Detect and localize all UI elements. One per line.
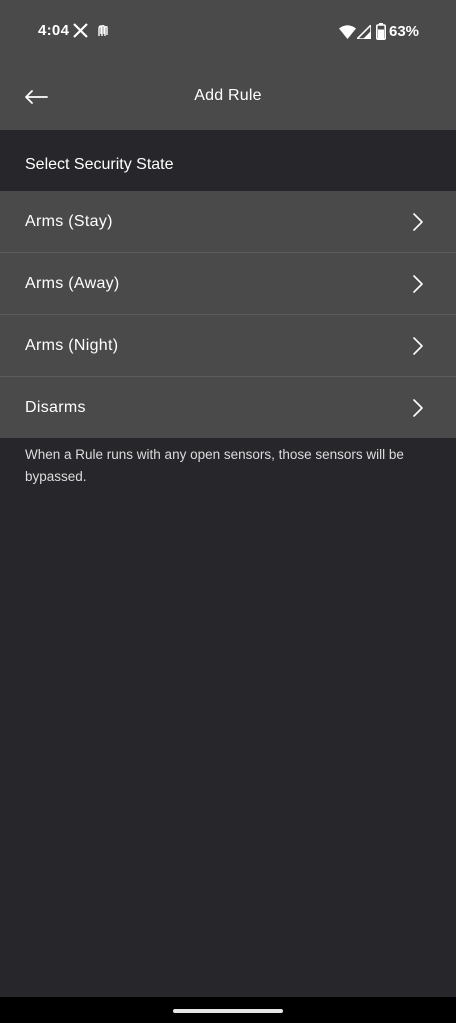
bypass-footnote: When a Rule runs with any open sensors, … <box>25 447 404 484</box>
notification-icon <box>98 25 108 36</box>
status-time: 4:04 <box>38 22 70 39</box>
list-item-label: Arms (Night) <box>25 337 119 354</box>
list-item-arms-away[interactable]: Arms (Away) <box>0 253 456 315</box>
chevron-right-icon <box>413 337 423 355</box>
system-nav-bar <box>0 997 456 1023</box>
list-item-label: Disarms <box>25 399 86 416</box>
page-title: Add Rule <box>194 87 262 104</box>
signal-icon <box>357 25 371 39</box>
section-header: Select Security State <box>0 130 456 191</box>
list-item-arms-night[interactable]: Arms (Night) <box>0 315 456 377</box>
x-icon <box>73 23 88 38</box>
list-item-label: Arms (Away) <box>25 275 120 292</box>
list-item-label: Arms (Stay) <box>25 213 113 230</box>
battery-percent: 63% <box>389 23 420 40</box>
chevron-right-icon <box>413 275 423 293</box>
list-item-arms-stay[interactable]: Arms (Stay) <box>0 191 456 253</box>
wifi-icon <box>339 25 356 39</box>
security-state-list: Arms (Stay) Arms (Away) Arms (Night) Dis… <box>0 191 456 438</box>
battery-icon <box>376 23 386 40</box>
section-header-label: Select Security State <box>25 156 174 173</box>
home-indicator[interactable] <box>173 1009 283 1013</box>
top-app-bar: 4:04 63% Add Rule <box>0 0 456 130</box>
list-item-disarms[interactable]: Disarms <box>0 377 456 438</box>
chevron-right-icon <box>413 399 423 417</box>
status-bar: 4:04 63% <box>0 0 456 64</box>
chevron-right-icon <box>413 213 423 231</box>
